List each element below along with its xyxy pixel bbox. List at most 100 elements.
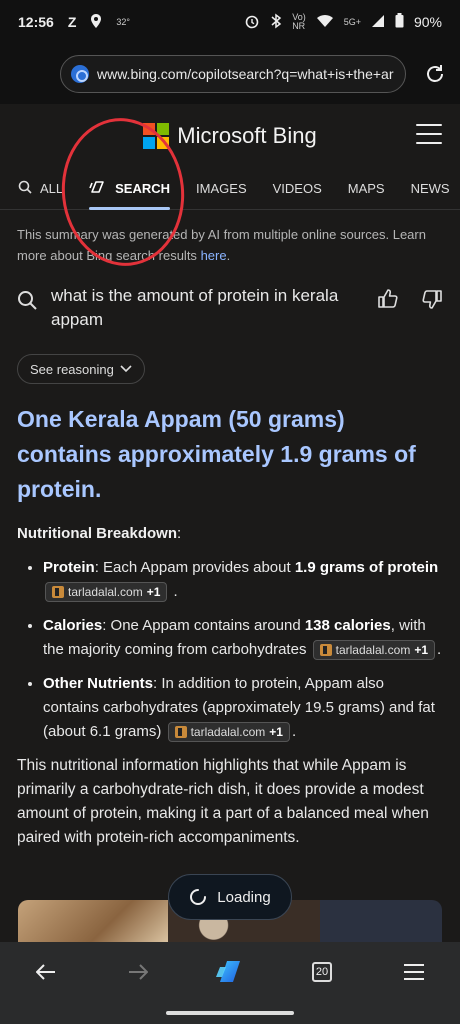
logo-square-red [143, 123, 156, 135]
battery-percent: 90% [413, 14, 442, 30]
appam-image[interactable] [18, 900, 168, 942]
logo-square-yellow [157, 137, 170, 149]
reasoning-label: See reasoning [30, 361, 114, 377]
copilot-button[interactable] [210, 952, 250, 992]
tab-label: ALL [40, 181, 64, 196]
source-favicon-icon [319, 644, 332, 657]
citation-chip[interactable]: tarladalal.com +1 [45, 582, 168, 603]
tab-news[interactable]: NEWS [411, 168, 450, 210]
tab-label: SEARCH [115, 181, 171, 196]
reload-icon [427, 65, 443, 82]
tabs-button[interactable]: 20 [302, 952, 342, 992]
status-time: 12:56 [18, 14, 54, 30]
section-title-text: Nutritional Breakdown [17, 525, 178, 542]
fact-label: Protein [43, 559, 95, 576]
search-query[interactable]: what is the amount of protein in kerala … [51, 284, 341, 332]
answer-summary: This nutritional information highlights … [17, 757, 429, 846]
menu-line [416, 133, 442, 135]
status-bar: 12:56 Z 32° Vo) NR 5G+ 90% [0, 0, 460, 44]
section-title-colon: : [177, 525, 182, 542]
nutrient-list: Protein: Each Appam provides about 1.9 g… [17, 556, 443, 744]
signal-label: 5G+ [343, 17, 361, 27]
citation-more: +1 [269, 725, 283, 740]
fact-text: : Each Appam provides about [94, 559, 295, 576]
volte-label: Vo) NR [292, 12, 306, 31]
app-letter-icon: Z [67, 14, 77, 30]
tab-all[interactable]: ALL [18, 168, 63, 210]
tab-label: VIDEOS [272, 181, 322, 196]
status-right: Vo) NR 5G+ 90% [244, 13, 442, 32]
source-favicon-icon [174, 726, 187, 739]
image-card[interactable] [320, 900, 442, 942]
menu-line [416, 124, 442, 126]
menu-line [416, 142, 442, 144]
site-info-icon[interactable] [71, 65, 89, 83]
list-item: Other Nutrients: In addition to protein,… [43, 672, 443, 744]
citation-more: +1 [146, 585, 161, 600]
tab-label: MAPS [347, 181, 385, 196]
fact-bold: 1.9 grams of protein [294, 559, 439, 576]
logo-square-green [157, 123, 170, 135]
learn-more-link[interactable]: here [201, 248, 227, 263]
logo-square-blue [143, 137, 156, 149]
answer-content: This summary was generated by AI from mu… [0, 210, 460, 942]
gesture-area [0, 1002, 460, 1024]
browser-bottom-nav: 20 [0, 942, 460, 1002]
brand-name[interactable]: Microsoft Bing [177, 123, 316, 149]
microsoft-logo-icon[interactable] [143, 123, 170, 149]
citation-source: tarladalal.com [335, 643, 411, 658]
back-button[interactable] [26, 952, 66, 992]
citation-chip[interactable]: tarladalal.com +1 [167, 722, 290, 743]
answer-headline: One Kerala Appam (50 grams) contains app… [17, 406, 416, 502]
status-left: 12:56 Z 32° [18, 13, 130, 31]
citation-more: +1 [414, 643, 428, 658]
loading-indicator: Loading [168, 874, 292, 920]
fact-label: Other Nutrients [43, 675, 154, 692]
tab-label: NEWS [410, 181, 450, 196]
bing-header: Microsoft Bing [0, 104, 460, 168]
thumbs-down-icon[interactable] [421, 288, 443, 315]
fact-label: Calories [43, 617, 103, 634]
url-text[interactable]: www.bing.com/copilotsearch?q=what+is+the… [97, 66, 394, 82]
citation-source: tarladalal.com [190, 725, 266, 740]
tab-count: 20 [312, 962, 332, 982]
query-row: what is the amount of protein in kerala … [17, 284, 443, 332]
forward-arrow-icon [129, 964, 148, 980]
citation-source: tarladalal.com [68, 585, 143, 600]
temperature: 32° [116, 17, 130, 27]
tab-images[interactable]: IMAGES [196, 168, 247, 210]
forward-button[interactable] [118, 952, 158, 992]
bluetooth-icon [270, 13, 282, 32]
reload-button[interactable] [422, 61, 448, 87]
copilot-icon [216, 961, 240, 982]
menu-button[interactable] [416, 124, 442, 144]
search-icon [18, 180, 32, 197]
list-item: Calories: One Appam contains around 138 … [43, 614, 443, 662]
address-bar[interactable]: www.bing.com/copilotsearch?q=what+is+the… [60, 55, 406, 93]
spinner-icon [190, 889, 207, 905]
signal-icon [371, 14, 385, 31]
search-tabs: ALL SEARCH IMAGES VIDEOS MAPS NEWS [0, 168, 460, 210]
list-item: Protein: Each Appam provides about 1.9 g… [43, 556, 443, 604]
battery-icon [395, 13, 404, 31]
ai-disclaimer: This summary was generated by AI from mu… [17, 224, 443, 266]
tab-maps[interactable]: MAPS [348, 168, 385, 210]
copilot-icon [89, 179, 107, 198]
section-title: Nutritional Breakdown: [17, 525, 443, 542]
see-reasoning-button[interactable]: See reasoning [17, 354, 145, 384]
home-gesture-bar[interactable] [166, 1011, 294, 1015]
thumbs-up-icon[interactable] [377, 288, 399, 315]
menu-button[interactable] [394, 952, 434, 992]
citation-chip[interactable]: tarladalal.com +1 [312, 640, 435, 661]
menu-icon [404, 964, 424, 980]
back-arrow-icon [36, 964, 55, 980]
wifi-icon [316, 14, 334, 31]
location-icon [90, 13, 102, 31]
fact-bold: 138 calories [304, 617, 391, 634]
browser-toolbar: www.bing.com/copilotsearch?q=what+is+the… [0, 44, 460, 104]
tab-videos[interactable]: VIDEOS [273, 168, 322, 210]
tab-search[interactable]: SEARCH [89, 168, 170, 210]
alarm-icon [244, 13, 260, 32]
source-favicon-icon [52, 586, 64, 599]
loading-label: Loading [217, 888, 271, 906]
